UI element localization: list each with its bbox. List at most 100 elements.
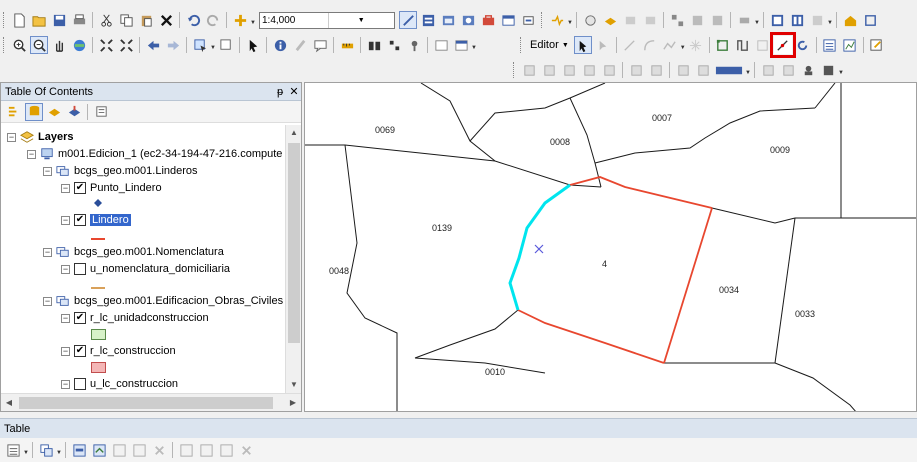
map-scale-combo[interactable]: 1:4,000 ▼ <box>259 11 395 29</box>
related-tables-dropdown[interactable]: ▼ <box>56 441 62 459</box>
point-tool-icon[interactable] <box>687 36 705 54</box>
model-builder-icon[interactable] <box>519 11 537 29</box>
tree-label-edificacion-dataset[interactable]: bcgs_geo.m001.Edificacion_Obras_Civiles <box>74 295 283 307</box>
visibility-checkbox[interactable]: ✔ <box>74 182 86 194</box>
toc-vertical-scrollbar[interactable]: ▲ ▼ <box>285 125 301 393</box>
collapse-icon[interactable]: − <box>61 379 70 389</box>
rotate-tool-icon[interactable] <box>794 36 812 54</box>
dynamic-label-dropdown[interactable]: ▼ <box>567 11 573 29</box>
tree-label-lindero[interactable]: Lindero <box>90 214 131 226</box>
snapping-dropdown[interactable]: ▼ <box>754 11 760 29</box>
switch-selection-icon[interactable] <box>90 441 108 459</box>
edit-tool-icon[interactable] <box>573 36 592 54</box>
color-dropdown[interactable]: ▼ <box>745 61 751 79</box>
list-by-source-icon[interactable] <box>25 102 43 121</box>
measure-icon[interactable] <box>338 36 356 54</box>
zoom-to-selected-icon[interactable] <box>130 441 148 459</box>
tree-row-layers[interactable]: − Layers <box>7 129 73 145</box>
georeferencing-icon[interactable] <box>581 11 599 29</box>
select-by-attributes-icon[interactable] <box>70 441 88 459</box>
collapse-icon[interactable]: − <box>61 346 70 356</box>
visibility-checkbox[interactable] <box>74 263 86 275</box>
align-edge-icon[interactable] <box>694 61 712 79</box>
tree-row-u-nomenclatura[interactable]: − u_nomenclatura_domiciliaria <box>61 261 230 277</box>
print-icon[interactable] <box>70 11 88 29</box>
table-options-dropdown[interactable]: ▼ <box>23 441 29 459</box>
editor-toolbar-icon[interactable] <box>399 11 417 29</box>
undo-icon[interactable] <box>184 11 202 29</box>
generalize-icon[interactable] <box>647 61 665 79</box>
tree-row-r-lc-construccion[interactable]: − ✔ r_lc_construccion <box>61 343 176 359</box>
delete-records-icon[interactable] <box>237 441 255 459</box>
layout-view-icon[interactable] <box>768 11 786 29</box>
cut-polygons-icon[interactable] <box>754 36 772 54</box>
tree-label-u-nomenclatura[interactable]: u_nomenclatura_domiciliaria <box>90 263 230 275</box>
clear-selection-icon[interactable] <box>217 36 235 54</box>
list-by-visibility-icon[interactable] <box>45 103 63 121</box>
scroll-right-icon[interactable]: ▶ <box>285 394 301 412</box>
identify-icon[interactable] <box>271 36 289 54</box>
topology-edit-icon[interactable] <box>759 61 777 79</box>
python-window-icon[interactable] <box>499 11 517 29</box>
fixed-zoom-out-icon[interactable] <box>117 36 135 54</box>
tree-row-edificacion-dataset[interactable]: − bcgs_geo.m001.Edificacion_Obras_Civile… <box>43 293 283 309</box>
copy-features-icon[interactable] <box>520 61 538 79</box>
copy-records-icon[interactable] <box>177 441 195 459</box>
edit-vertices-icon[interactable] <box>714 36 732 54</box>
toolbar-grip[interactable] <box>513 62 516 78</box>
tree-row-linderos-dataset[interactable]: − bcgs_geo.m001.Linderos <box>43 163 198 179</box>
map-view[interactable]: 0069 0007 0008 0009 0139 4 0048 0034 003… <box>304 82 917 412</box>
attributes-icon[interactable] <box>821 36 839 54</box>
topology-icon[interactable] <box>668 11 686 29</box>
visibility-checkbox[interactable]: ✔ <box>74 312 86 324</box>
scrollbar-thumb[interactable] <box>19 397 273 409</box>
arctoolbox-icon[interactable] <box>479 11 497 29</box>
select-features-icon[interactable] <box>191 36 209 54</box>
select-features-dropdown[interactable]: ▼ <box>210 36 216 54</box>
tree-row-u-lc-construccion[interactable]: − u_lc_construccion <box>61 376 178 392</box>
close-icon[interactable]: ✕ <box>287 85 301 98</box>
table-options-icon[interactable] <box>4 441 22 459</box>
collapse-icon[interactable]: − <box>43 247 52 257</box>
zoom-in-icon[interactable] <box>10 36 28 54</box>
fixed-zoom-in-icon[interactable] <box>97 36 115 54</box>
select-elements-icon[interactable] <box>244 36 262 54</box>
clear-table-selection-icon[interactable] <box>110 441 128 459</box>
collapse-icon[interactable]: − <box>61 183 70 193</box>
paste-records-icon[interactable] <box>197 441 215 459</box>
tree-row-nomenclatura-dataset[interactable]: − bcgs_geo.m001.Nomenclatura <box>43 244 224 260</box>
create-features-icon[interactable] <box>868 36 886 54</box>
tree-label-r-lc-construccion[interactable]: r_lc_construccion <box>90 345 176 357</box>
cut-icon[interactable] <box>97 11 115 29</box>
zoom-out-icon[interactable] <box>30 36 48 54</box>
topology-error-icon[interactable] <box>708 11 726 29</box>
open-folder-icon[interactable] <box>30 11 48 29</box>
construction-tools-dropdown[interactable]: ▼ <box>680 36 686 54</box>
straight-segment-icon[interactable] <box>621 36 639 54</box>
page-setup-icon[interactable] <box>808 11 826 29</box>
smooth-icon[interactable] <box>674 61 692 79</box>
data-frame-icon[interactable] <box>788 11 806 29</box>
list-by-selection-icon[interactable] <box>65 103 83 121</box>
catalog-icon[interactable] <box>439 11 457 29</box>
end-point-arc-icon[interactable] <box>641 36 659 54</box>
arcgis-online-icon[interactable] <box>861 11 879 29</box>
copy-icon[interactable] <box>117 11 135 29</box>
visibility-checkbox[interactable]: ✔ <box>74 214 86 226</box>
tree-row-workspace[interactable]: − m001.Edicion_1 (ec2-34-194-47-216.comp… <box>27 146 282 162</box>
table-of-contents-icon[interactable] <box>419 11 437 29</box>
visibility-checkbox[interactable] <box>74 378 86 390</box>
collapse-icon[interactable]: − <box>43 166 52 176</box>
go-to-xy-icon[interactable] <box>405 36 423 54</box>
editor-menu[interactable]: Editor ▼ <box>526 36 573 54</box>
reshape-feature-icon[interactable] <box>734 36 752 54</box>
add-data-dropdown[interactable]: ▼ <box>250 11 256 29</box>
explode-icon[interactable] <box>627 61 645 79</box>
toolbar-grip[interactable] <box>3 12 6 28</box>
redo-icon[interactable] <box>204 11 222 29</box>
tree-label-nomenclatura-dataset[interactable]: bcgs_geo.m001.Nomenclatura <box>74 246 224 258</box>
delete-icon[interactable] <box>157 11 175 29</box>
topology-dropdown[interactable]: ▼ <box>838 61 844 79</box>
pin-icon[interactable]: ᵽ <box>273 86 287 98</box>
map-canvas[interactable] <box>305 83 917 412</box>
